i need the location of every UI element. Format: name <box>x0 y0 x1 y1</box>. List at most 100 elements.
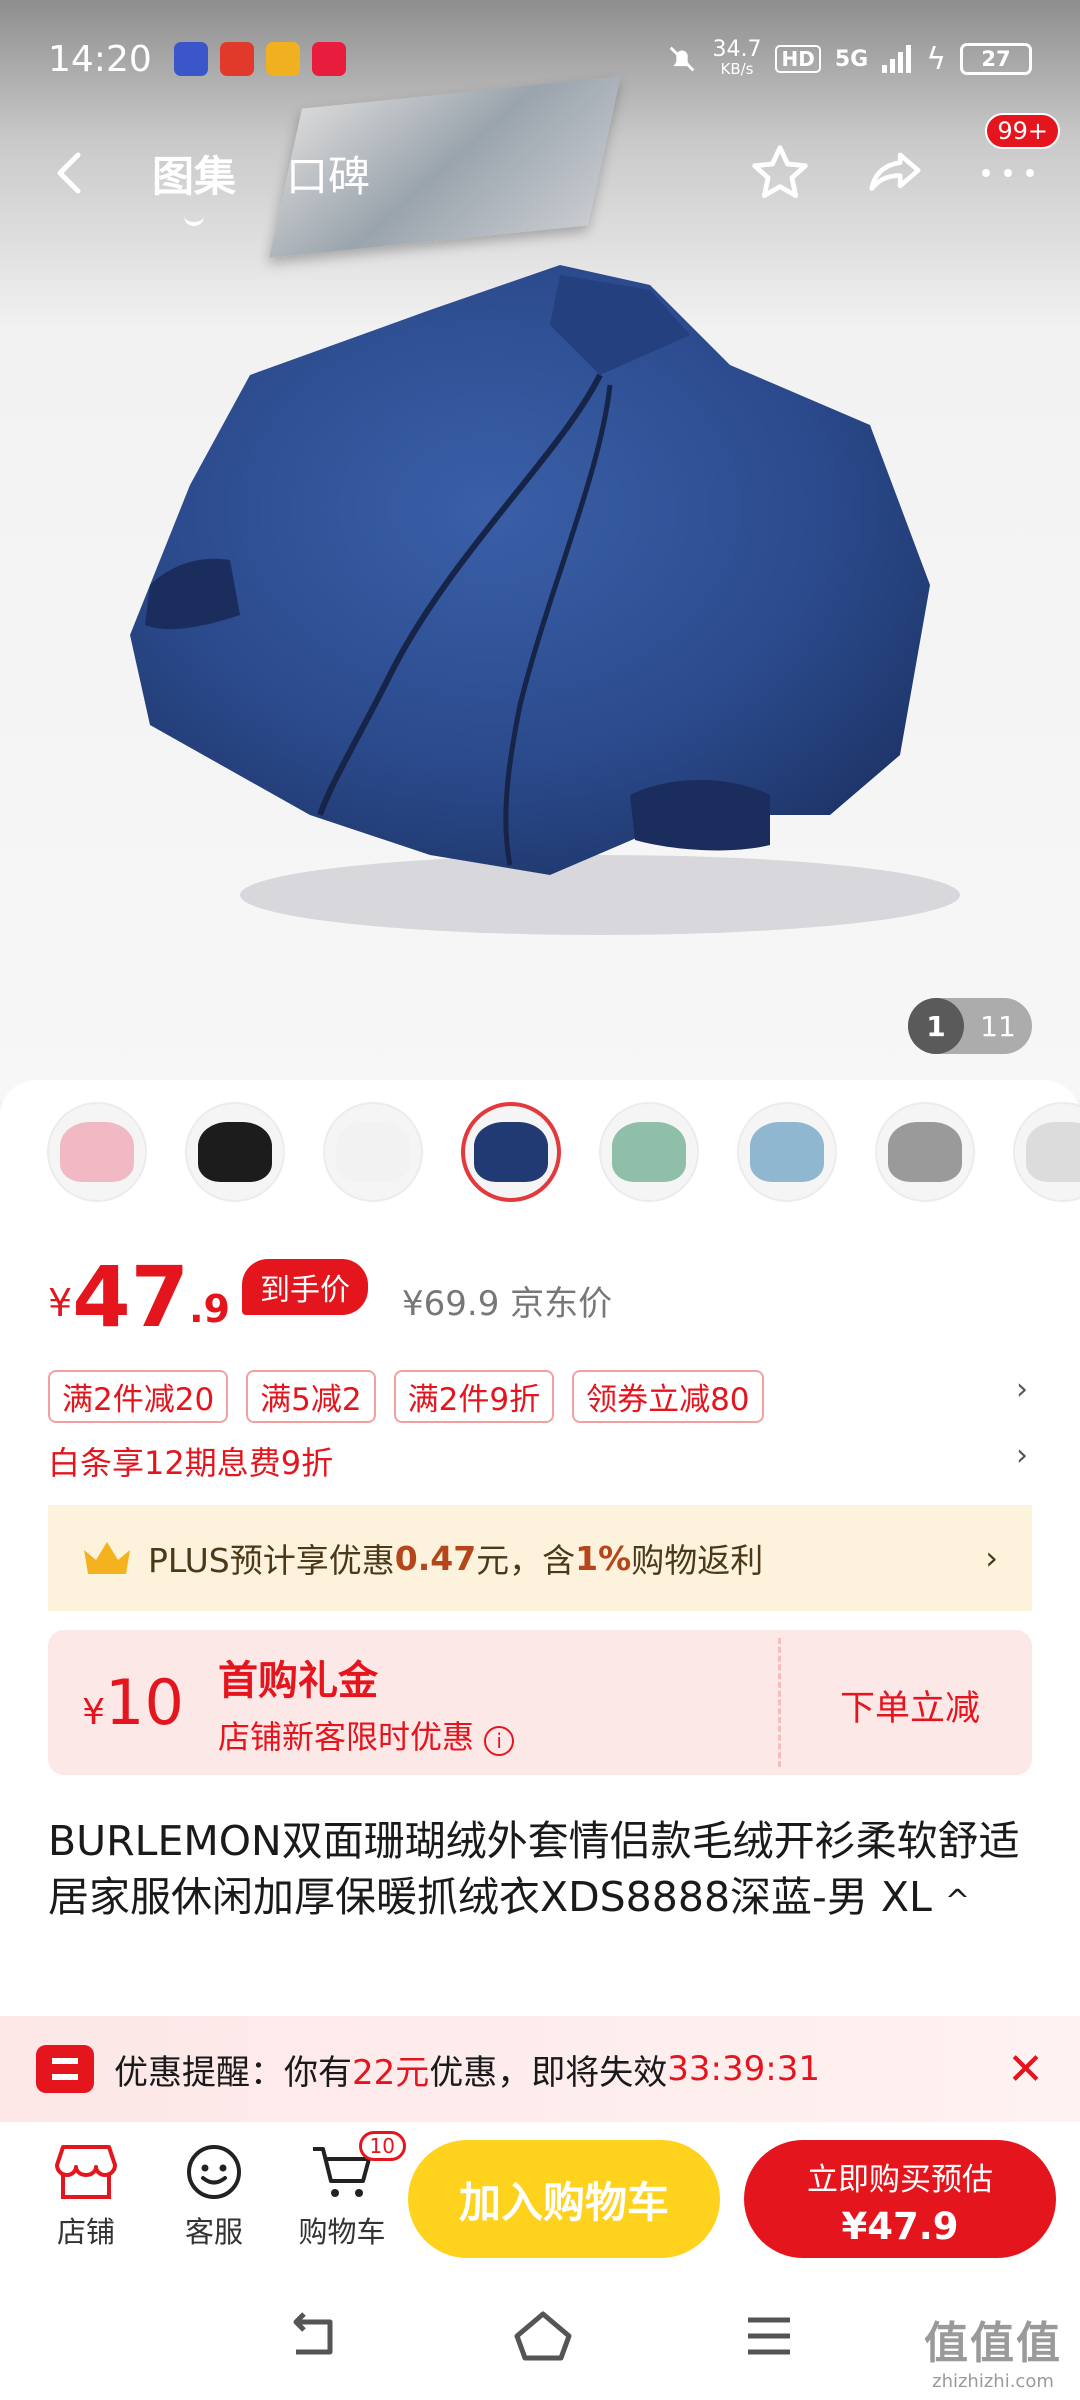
color-variant-thumbnail[interactable] <box>599 1102 699 1202</box>
color-variant-thumbnail[interactable] <box>875 1102 975 1202</box>
system-menu-icon[interactable] <box>744 2314 794 2358</box>
coupon-icon <box>36 2045 94 2093</box>
image-counter-total: 11 <box>980 1009 1016 1043</box>
promotion-badge[interactable]: 领券立减80 <box>572 1370 764 1423</box>
variant-jacket-image <box>336 1122 410 1182</box>
discount-reminder-bar[interactable]: 优惠提醒： 你有 22元 优惠，即将失效 33:39:31 ✕ <box>0 2016 1080 2122</box>
gift-currency: ¥ <box>82 1692 105 1733</box>
customer-service-icon <box>187 2145 241 2199</box>
reminder-post: 优惠，即将失效 <box>429 2052 668 2093</box>
network-type: 5G <box>834 46 869 72</box>
signal-icon <box>882 45 912 73</box>
watermark: 值值值 zhizhizhi.com <box>924 2307 1062 2392</box>
chevron-right-icon[interactable]: › <box>1016 1372 1028 1407</box>
network-speed-value: 34.7 <box>712 36 762 62</box>
price-currency: ¥ <box>48 1281 73 1325</box>
original-price-value: ¥69.9 <box>401 1284 500 1324</box>
tab-gallery[interactable]: 图集 <box>152 143 236 226</box>
price-integer: 47 <box>72 1248 190 1346</box>
cart-button[interactable]: 购物车 10 <box>278 2131 406 2251</box>
system-home-icon[interactable] <box>513 2310 573 2362</box>
shop-button[interactable]: 店铺 <box>22 2143 150 2251</box>
shop-label: 店铺 <box>56 2215 115 2249</box>
bottom-action-bar: 店铺 客服 购物车 10 加入购物车 立即购买预估 ¥47.9 <box>0 2122 1080 2272</box>
variant-jacket-image <box>612 1122 686 1182</box>
back-arrow-icon[interactable] <box>42 143 102 203</box>
info-icon[interactable]: i <box>484 1725 515 1756</box>
product-title[interactable]: BURLEMON双面珊瑚绒外套情侣款毛绒开衫柔软舒适居家服休闲加厚保暖抓绒衣XD… <box>48 1813 1038 1930</box>
plus-member-banner[interactable]: PLUS预计享优惠 0.47 元，含 1% 购物返利 › <box>48 1505 1032 1611</box>
gift-subtitle-text: 店铺新客限时优惠 <box>218 1717 475 1756</box>
final-price-tag: 到手价 <box>241 1259 368 1315</box>
more-options-icon[interactable] <box>978 163 1038 183</box>
product-gallery[interactable]: 14:20 34.7 KB/s HD 5G ϟ 27 图集 口碑 99+ 1 11 <box>0 0 1080 1100</box>
gift-claim-button[interactable]: 下单立减 <box>840 1680 980 1731</box>
gift-title: 首购礼金 <box>218 1657 378 1704</box>
first-purchase-gift-card[interactable]: ¥10 首购礼金 店铺新客限时优惠 i 下单立减 <box>48 1630 1032 1775</box>
plus-pre-text: PLUS预计享优惠 <box>148 1541 395 1580</box>
buy-now-price: ¥47.9 <box>841 2205 959 2248</box>
chevron-right-icon[interactable]: › <box>1016 1438 1028 1473</box>
plus-post-text: 购物返利 <box>631 1541 764 1580</box>
price-row: ¥ 47 .9 到手价 ¥69.9 京东价 <box>48 1255 612 1339</box>
system-back-icon[interactable] <box>286 2312 342 2360</box>
top-navigation: 图集 口碑 99+ <box>0 113 1080 228</box>
image-counter-current: 1 <box>908 998 964 1054</box>
variant-jacket-image <box>888 1122 962 1182</box>
network-speed-unit: KB/s <box>720 59 754 78</box>
gift-amount: 10 <box>105 1666 184 1739</box>
add-to-cart-button[interactable]: 加入购物车 <box>408 2140 720 2258</box>
mute-bell-icon <box>669 46 694 72</box>
notification-app-icon <box>265 42 300 76</box>
promotion-list[interactable]: 满2件减20 满5减2 满2件9折 领券立减80 <box>48 1370 764 1423</box>
customer-service-label: 客服 <box>184 2215 243 2249</box>
reminder-countdown: 33:39:31 <box>667 2049 820 2089</box>
favorite-star-icon[interactable] <box>748 141 812 205</box>
plus-rate: 1% <box>575 1538 632 1578</box>
status-bar: 14:20 34.7 KB/s HD 5G ϟ 27 <box>0 0 1080 118</box>
customer-service-button[interactable]: 客服 <box>150 2143 278 2251</box>
gift-subtitle: 店铺新客限时优惠 i <box>218 1712 515 1758</box>
battery-indicator: 27 <box>960 43 1032 75</box>
system-navigation-bar: 值值值 zhizhizhi.com <box>0 2272 1080 2400</box>
crown-icon <box>84 1542 130 1574</box>
close-icon[interactable]: ✕ <box>1007 2044 1044 2095</box>
reminder-amount: 22元 <box>352 2052 430 2093</box>
variant-jacket-image <box>474 1122 548 1182</box>
color-variant-thumbnail[interactable] <box>737 1102 837 1202</box>
notification-app-icon <box>173 42 208 76</box>
installment-offer[interactable]: 白条享12期息费9折 <box>48 1438 333 1484</box>
hd-badge: HD <box>775 45 821 73</box>
tab-reviews[interactable]: 口碑 <box>286 143 370 204</box>
ticket-divider <box>778 1638 781 1767</box>
cart-label: 购物车 <box>298 2215 386 2249</box>
image-counter: 1 11 <box>908 998 1032 1054</box>
buy-now-button[interactable]: 立即购买预估 ¥47.9 <box>744 2140 1056 2258</box>
variant-jacket-image <box>198 1122 272 1182</box>
color-variant-thumbnail[interactable] <box>47 1102 147 1202</box>
gift-description: 首购礼金 店铺新客限时优惠 i <box>218 1648 515 1758</box>
shop-icon <box>55 2145 117 2199</box>
color-variant-thumbnail[interactable] <box>185 1102 285 1202</box>
color-variant-thumbnail[interactable] <box>1013 1102 1080 1202</box>
watermark-main: 值值值 <box>924 2318 1062 2369</box>
cart-count-badge: 10 <box>358 2131 406 2161</box>
clock: 14:20 <box>48 38 152 80</box>
gift-value: ¥10 <box>48 1666 218 1739</box>
plus-amount: 0.47 <box>394 1538 477 1578</box>
promotion-badge[interactable]: 满2件减20 <box>48 1370 229 1423</box>
promotion-badge[interactable]: 满2件9折 <box>393 1370 555 1423</box>
product-image-jacket[interactable] <box>130 255 1010 955</box>
color-variant-thumbnail[interactable] <box>461 1102 561 1202</box>
share-icon[interactable] <box>864 142 926 204</box>
chevron-up-icon[interactable]: ^ <box>945 1884 970 1919</box>
charging-icon: ϟ <box>926 41 946 77</box>
promotion-badge[interactable]: 满5减2 <box>246 1370 376 1423</box>
original-price: ¥69.9 京东价 <box>402 1276 612 1325</box>
plus-mid-text: 元，含 <box>476 1541 576 1580</box>
color-variant-thumbnail[interactable] <box>323 1102 423 1202</box>
reminder-label: 优惠提醒： <box>114 2052 284 2093</box>
network-speed: 34.7 KB/s <box>713 38 762 78</box>
variant-jacket-image <box>750 1122 824 1182</box>
price-decimal: .9 <box>189 1287 230 1331</box>
